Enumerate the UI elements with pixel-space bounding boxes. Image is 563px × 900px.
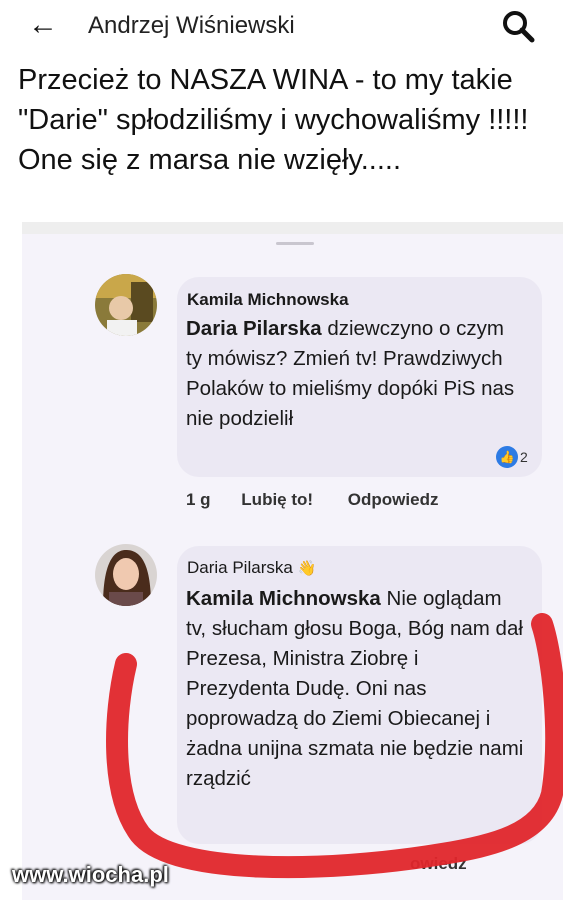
post-text: Przecież to NASZA WINA - to my takie "Da…: [18, 64, 529, 176]
embedded-screenshot: Kamila Michnowska Daria Pilarska dziewcz…: [22, 234, 563, 900]
search-icon[interactable]: [500, 8, 536, 44]
arrow-left-icon[interactable]: ←: [28, 10, 58, 40]
red-marker-annotation: [106, 613, 563, 879]
screenshot-edge: [22, 222, 563, 234]
watermark: www.wiocha.pl: [12, 862, 169, 887]
top-bar: ← Andrzej Wiśniewski: [0, 0, 563, 52]
page-title: Andrzej Wiśniewski: [88, 12, 295, 39]
